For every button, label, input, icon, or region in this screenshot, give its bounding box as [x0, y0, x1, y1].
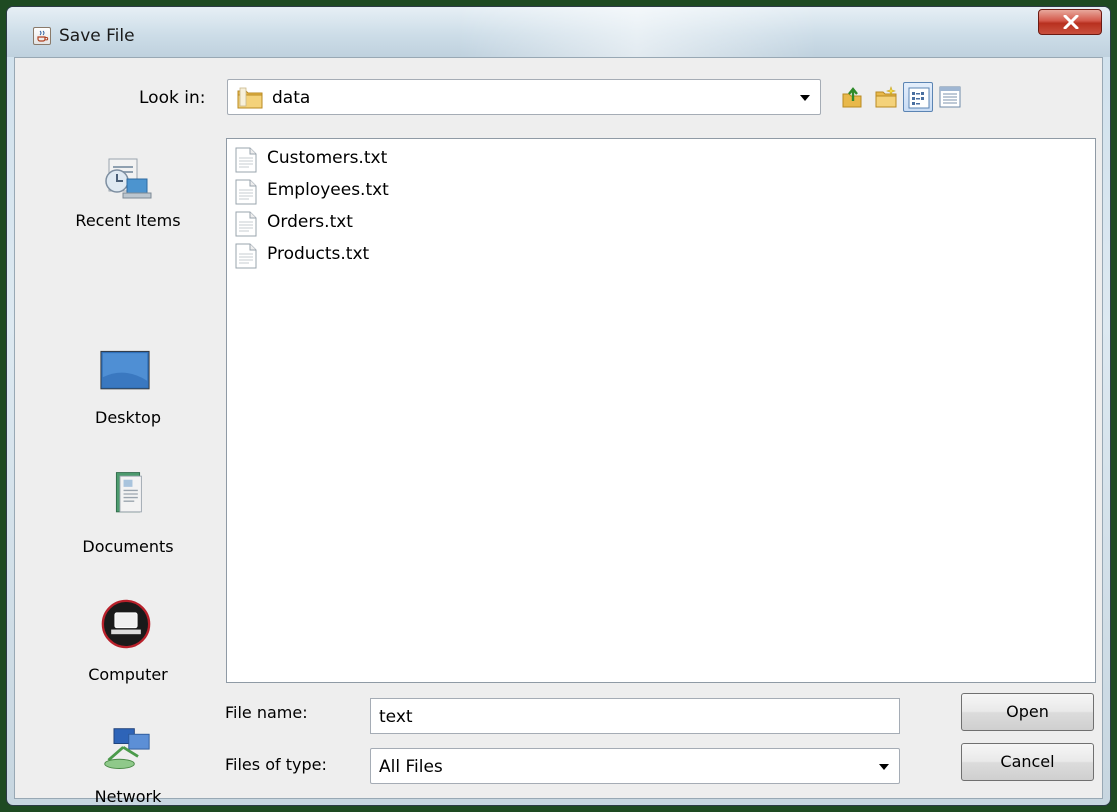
- files-of-type-combo[interactable]: All Files: [370, 748, 900, 784]
- open-button[interactable]: Open: [961, 693, 1094, 731]
- place-desktop[interactable]: Desktop: [63, 346, 193, 466]
- file-name-input[interactable]: text: [370, 698, 900, 734]
- place-label: Documents: [82, 537, 174, 556]
- look-in-label: Look in:: [139, 88, 206, 108]
- place-documents[interactable]: Documents: [63, 469, 193, 589]
- title-bar[interactable]: Save File: [7, 7, 1110, 57]
- place-network[interactable]: Network: [63, 725, 193, 806]
- documents-icon: [115, 472, 142, 513]
- list-view-icon[interactable]: [903, 82, 933, 112]
- dialog-content: Look in: data Recent Items Desktop Docum…: [14, 57, 1103, 805]
- places-bar: Recent Items Desktop Documents Computer …: [63, 153, 193, 805]
- details-view-icon[interactable]: [935, 82, 965, 112]
- close-button[interactable]: [1038, 9, 1102, 35]
- text-file-icon: [235, 179, 257, 205]
- file-name-value: text: [379, 707, 413, 727]
- network-icon: [104, 728, 150, 769]
- save-file-dialog: Save File Look in: data Recent Items Des…: [6, 6, 1111, 806]
- file-list[interactable]: Customers.txt Employees.txt Orders.txt P…: [226, 138, 1096, 683]
- cancel-button[interactable]: Cancel: [961, 743, 1094, 781]
- file-name: Customers.txt: [267, 148, 388, 168]
- look-in-value: data: [272, 88, 311, 108]
- text-file-icon: [235, 147, 257, 173]
- look-in-combo[interactable]: data: [227, 79, 821, 115]
- desktop-icon: [100, 350, 150, 390]
- file-name: Orders.txt: [267, 212, 353, 232]
- recent-items-icon: [105, 158, 152, 199]
- folder-icon: [237, 87, 263, 109]
- chevron-down-icon[interactable]: [800, 95, 810, 101]
- create-new-folder-icon[interactable]: [871, 82, 901, 112]
- text-file-icon: [235, 211, 257, 237]
- files-of-type-value: All Files: [379, 757, 443, 777]
- file-name: Employees.txt: [267, 180, 389, 200]
- file-name: Products.txt: [267, 244, 370, 264]
- text-file-icon: [235, 243, 257, 269]
- place-label: Recent Items: [75, 211, 181, 230]
- computer-icon: [101, 599, 151, 649]
- files-of-type-label: Files of type:: [225, 755, 327, 774]
- close-x-icon: [1063, 15, 1079, 29]
- java-cup-icon: [33, 27, 51, 45]
- place-label: Computer: [88, 665, 168, 684]
- chevron-down-icon[interactable]: [879, 764, 889, 770]
- window-title: Save File: [59, 26, 135, 46]
- place-computer[interactable]: Computer: [63, 599, 193, 719]
- place-label: Network: [94, 787, 162, 806]
- file-name-label: File name:: [225, 703, 308, 722]
- up-one-level-icon[interactable]: [837, 82, 867, 112]
- place-label: Desktop: [95, 408, 161, 427]
- place-recent-items[interactable]: Recent Items: [63, 153, 193, 273]
